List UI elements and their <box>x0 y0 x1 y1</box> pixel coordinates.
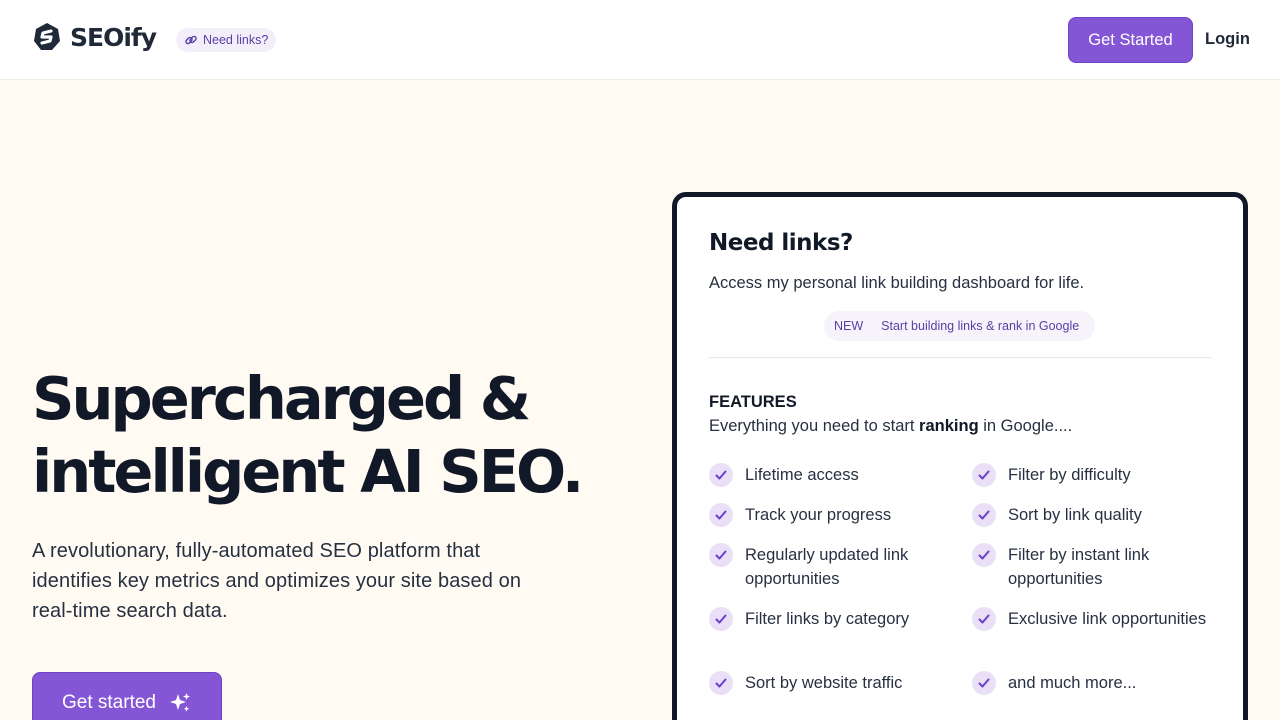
get-started-button[interactable]: Get Started <box>1068 17 1193 63</box>
features-sub-bold: ranking <box>919 417 979 435</box>
sparkles-icon <box>168 691 192 715</box>
feature-item: Sort by link quality <box>972 503 1212 527</box>
hero-title-line-1: Supercharged & <box>32 364 531 433</box>
check-icon <box>709 463 733 487</box>
check-icon <box>709 671 733 695</box>
card-divider <box>709 357 1211 358</box>
check-icon <box>972 543 996 567</box>
hero-get-started-label: Get started <box>62 692 156 713</box>
logo-text: SEOify <box>70 22 157 52</box>
top-navbar: SEOify Need links? Get Started Login <box>0 0 1280 80</box>
feature-label: Lifetime access <box>745 466 859 484</box>
feature-item: Track your progress <box>709 503 949 527</box>
seoify-logo-icon <box>32 22 62 52</box>
features-subheading: Everything you need to start ranking in … <box>709 417 1072 436</box>
hero-get-started-button[interactable]: Get started <box>32 672 222 720</box>
feature-item: Filter by instant link opportunities <box>972 543 1212 591</box>
need-links-card: Need links? Access my personal link buil… <box>672 192 1248 720</box>
feature-label: Filter by instant link opportunities <box>1008 546 1150 588</box>
check-icon <box>972 503 996 527</box>
feature-item: Filter by difficulty <box>972 463 1212 487</box>
login-link[interactable]: Login <box>1205 30 1250 49</box>
need-links-pill-label: Need links? <box>203 33 269 47</box>
feature-label: Track your progress <box>745 506 892 524</box>
hero-title-line-2: intelligent AI SEO. <box>32 437 584 506</box>
check-icon <box>972 463 996 487</box>
feature-item: Sort by website traffic <box>709 671 949 695</box>
feature-item: Filter links by category <box>709 607 949 631</box>
check-icon <box>709 503 733 527</box>
check-icon <box>972 671 996 695</box>
check-icon <box>709 607 733 631</box>
feature-item: Regularly updated link opportunities <box>709 543 949 591</box>
feature-label: Sort by website traffic <box>745 674 903 692</box>
hero-description: A revolutionary, fully-automated SEO pla… <box>32 540 522 622</box>
need-links-pill[interactable]: Need links? <box>176 28 277 52</box>
feature-item: and much more... <box>972 671 1212 695</box>
hero-title: Supercharged & intelligent AI SEO. <box>32 362 592 508</box>
new-announcement-text: Start building links & rank in Google <box>881 319 1080 333</box>
feature-item: Lifetime access <box>709 463 949 487</box>
new-badge: NEW <box>834 319 864 333</box>
logo[interactable]: SEOify <box>32 22 157 52</box>
feature-label: Sort by link quality <box>1008 506 1142 524</box>
card-title: Need links? <box>709 230 853 256</box>
new-announcement-pill[interactable]: NEW Start building links & rank in Googl… <box>824 311 1096 341</box>
feature-item: Exclusive link opportunities <box>972 607 1212 631</box>
check-icon <box>972 607 996 631</box>
feature-label: Regularly updated link opportunities <box>745 546 909 588</box>
feature-label: Filter by difficulty <box>1008 466 1131 484</box>
check-icon <box>709 543 733 567</box>
features-sub-text-1: Everything you need to start <box>709 417 920 435</box>
feature-label: Exclusive link opportunities <box>1008 610 1207 628</box>
features-heading: FEATURES <box>709 393 797 411</box>
card-subtitle: Access my personal link building dashboa… <box>709 274 1085 292</box>
feature-label: and much more... <box>1008 674 1137 692</box>
features-sub-text-2: in Google.... <box>978 417 1073 435</box>
feature-label: Filter links by category <box>745 610 910 628</box>
link-icon <box>184 33 198 47</box>
